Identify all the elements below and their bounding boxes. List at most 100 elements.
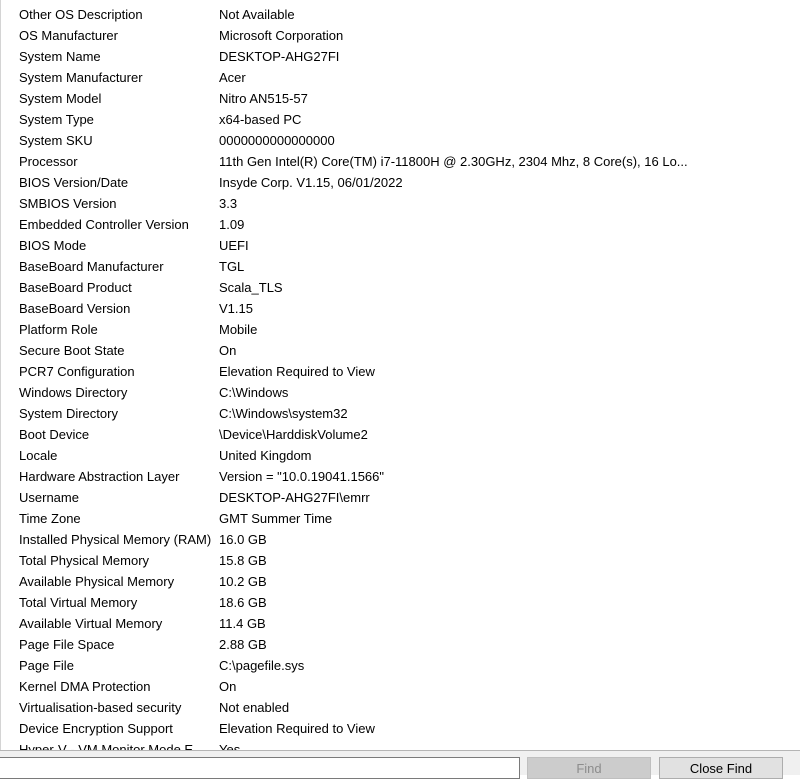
item-value: 15.8 GB xyxy=(219,553,267,568)
item-name: Processor xyxy=(19,154,78,169)
item-name: System Manufacturer xyxy=(19,70,143,85)
find-bar: Find Close Find xyxy=(0,750,800,779)
item-name: System Type xyxy=(19,112,94,127)
item-value: TGL xyxy=(219,259,245,274)
item-value: Version = "10.0.19041.1566" xyxy=(219,469,385,484)
list-row[interactable]: Device Encryption Support Elevation Requi… xyxy=(1,718,800,739)
item-name: Hardware Abstraction Layer xyxy=(19,469,180,484)
list-row[interactable]: Hardware Abstraction Layer Version = "10.… xyxy=(1,466,800,487)
item-name: Total Physical Memory xyxy=(19,553,150,568)
list-row[interactable]: System Directory C:\Windows\system32 xyxy=(1,403,800,424)
list-row[interactable]: System SKU 0000000000000000 xyxy=(1,130,800,151)
item-value: Insyde Corp. V1.15, 06/01/2022 xyxy=(219,175,403,190)
list-row[interactable]: Kernel DMA Protection On xyxy=(1,676,800,697)
list-row[interactable]: Available Virtual Memory 11.4 GB xyxy=(1,613,800,634)
item-value: DESKTOP-AHG27FI\emrr xyxy=(219,490,370,505)
list-row[interactable]: Page File Space 2.88 GB xyxy=(1,634,800,655)
item-value: x64-based PC xyxy=(219,112,302,127)
list-row[interactable]: Windows Directory C:\Windows xyxy=(1,382,800,403)
item-name: Available Physical Memory xyxy=(19,574,175,589)
list-row[interactable]: Time Zone GMT Summer Time xyxy=(1,508,800,529)
item-value: Not Available xyxy=(219,7,295,22)
list-row[interactable]: Page File C:\pagefile.sys xyxy=(1,655,800,676)
item-name: Secure Boot State xyxy=(19,343,125,358)
list-row[interactable]: System Type x64-based PC xyxy=(1,109,800,130)
item-value: C:\pagefile.sys xyxy=(219,658,305,673)
item-name: System SKU xyxy=(19,133,93,148)
list-row[interactable]: Secure Boot State On xyxy=(1,340,800,361)
item-name: Platform Role xyxy=(19,322,98,337)
item-value: C:\Windows xyxy=(219,385,289,400)
list-row[interactable]: SMBIOS Version 3.3 xyxy=(1,193,800,214)
item-name: Embedded Controller Version xyxy=(19,217,189,232)
list-row[interactable]: Total Physical Memory 15.8 GB xyxy=(1,550,800,571)
close-find-button[interactable]: Close Find xyxy=(659,757,783,779)
list-row[interactable]: Platform Role Mobile xyxy=(1,319,800,340)
item-value: 0000000000000000 xyxy=(219,133,335,148)
item-value: 16.0 GB xyxy=(219,532,267,547)
item-name: BIOS Version/Date xyxy=(19,175,129,190)
list-row[interactable]: Locale United Kingdom xyxy=(1,445,800,466)
item-name: System Name xyxy=(19,49,101,64)
list-row[interactable]: Processor 11th Gen Intel(R) Core(TM) i7-1… xyxy=(1,151,800,172)
item-name: Kernel DMA Protection xyxy=(19,679,151,694)
item-name: Hyper-V - VM Monitor Mode E... xyxy=(19,742,204,750)
item-value: 11th Gen Intel(R) Core(TM) i7-11800H @ 2… xyxy=(219,154,688,169)
find-what-input[interactable] xyxy=(0,757,520,779)
item-value: 11.4 GB xyxy=(219,616,266,631)
list-row[interactable]: Embedded Controller Version 1.09 xyxy=(1,214,800,235)
item-value: 3.3 xyxy=(219,196,238,211)
item-name: BaseBoard Manufacturer xyxy=(19,259,164,274)
item-name: Username xyxy=(19,490,79,505)
item-name: Page File Space xyxy=(19,637,115,652)
list-row[interactable]: BaseBoard Product Scala_TLS xyxy=(1,277,800,298)
list-row[interactable]: Other OS Description Not Available xyxy=(1,4,800,25)
item-value: Elevation Required to View xyxy=(219,364,375,379)
item-value: Not enabled xyxy=(219,700,290,715)
list-row[interactable]: Available Physical Memory 10.2 GB xyxy=(1,571,800,592)
item-value: On xyxy=(219,343,237,358)
list-row[interactable]: Total Virtual Memory 18.6 GB xyxy=(1,592,800,613)
list-row[interactable]: Hyper-V - VM Monitor Mode E... Yes xyxy=(1,739,800,750)
find-button[interactable]: Find xyxy=(527,757,651,779)
item-value: 1.09 xyxy=(219,217,245,232)
list-row[interactable]: BIOS Version/Date Insyde Corp. V1.15, 06/… xyxy=(1,172,800,193)
item-value: Nitro AN515-57 xyxy=(219,91,308,106)
list-row[interactable]: Installed Physical Memory (RAM) 16.0 GB xyxy=(1,529,800,550)
item-value: Yes xyxy=(219,742,241,750)
list-row[interactable]: OS Manufacturer Microsoft Corporation xyxy=(1,25,800,46)
list-row[interactable]: System Name DESKTOP-AHG27FI xyxy=(1,46,800,67)
item-name: Device Encryption Support xyxy=(19,721,173,736)
item-value: Mobile xyxy=(219,322,258,337)
list-row[interactable]: PCR7 Configuration Elevation Required to … xyxy=(1,361,800,382)
item-name: System Model xyxy=(19,91,102,106)
system-summary-rows: Other OS Description Not Available OS Manu… xyxy=(1,4,800,750)
item-name: Locale xyxy=(19,448,58,463)
list-row[interactable]: BIOS Mode UEFI xyxy=(1,235,800,256)
item-value: Scala_TLS xyxy=(219,280,283,295)
item-value: Microsoft Corporation xyxy=(219,28,344,43)
item-name: Boot Device xyxy=(19,427,90,442)
item-value: 10.2 GB xyxy=(219,574,267,589)
item-value: V1.15 xyxy=(219,301,253,316)
list-row[interactable]: System Manufacturer Acer xyxy=(1,67,800,88)
item-name: BIOS Mode xyxy=(19,238,87,253)
item-name: Available Virtual Memory xyxy=(19,616,163,631)
system-summary-list[interactable]: Other OS Description Not Available OS Manu… xyxy=(0,0,800,750)
item-value: UEFI xyxy=(219,238,249,253)
item-name: OS Manufacturer xyxy=(19,28,118,43)
item-name: PCR7 Configuration xyxy=(19,364,135,379)
list-row[interactable]: System Model Nitro AN515-57 xyxy=(1,88,800,109)
list-row[interactable]: BaseBoard Version V1.15 xyxy=(1,298,800,319)
item-value: \Device\HarddiskVolume2 xyxy=(219,427,368,442)
item-name: System Directory xyxy=(19,406,118,421)
list-row[interactable]: Username DESKTOP-AHG27FI\emrr xyxy=(1,487,800,508)
list-row[interactable]: Boot Device \Device\HarddiskVolume2 xyxy=(1,424,800,445)
item-name: Total Virtual Memory xyxy=(19,595,138,610)
item-name: Time Zone xyxy=(19,511,81,526)
item-value: DESKTOP-AHG27FI xyxy=(219,49,340,64)
item-value: United Kingdom xyxy=(219,448,312,463)
item-name: Windows Directory xyxy=(19,385,128,400)
list-row[interactable]: BaseBoard Manufacturer TGL xyxy=(1,256,800,277)
list-row[interactable]: Virtualisation-based security Not enabled xyxy=(1,697,800,718)
